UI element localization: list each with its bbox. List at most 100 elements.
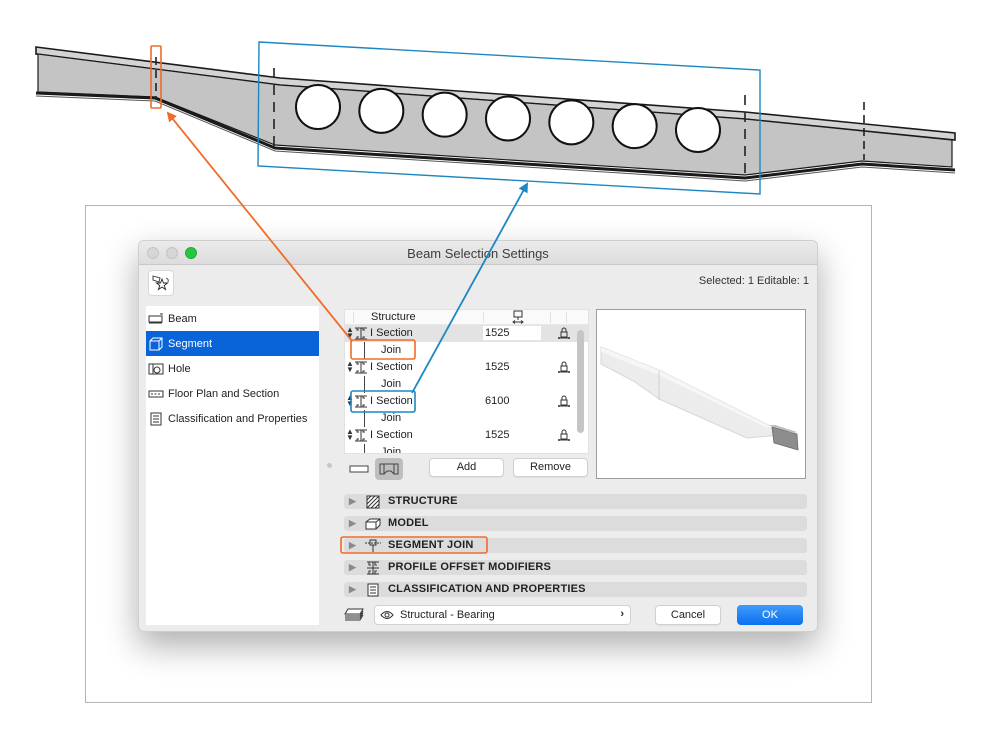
structure-hatch-icon [364,494,382,509]
segment-list: Structure ▲ ▼ I Section 1525 Join ▲ ▼ I Section… [344,309,589,454]
sidebar-item-segment[interactable]: Segment [146,331,319,356]
beam-hole [611,103,658,150]
sidebar-item-label: Beam [168,312,197,325]
join-label: Join [381,378,402,390]
selection-count: Selected: 1 Editable: 1 [698,275,809,287]
title-bar[interactable]: Beam Selection Settings [139,241,817,265]
beam-drawing [35,46,956,182]
beam-hole [295,84,341,130]
tree-connector [364,444,365,453]
favorites-button[interactable] [148,270,174,296]
classification-icon [364,582,382,597]
reorder-handle-icon[interactable]: ▲ ▼ [346,428,354,442]
tree-connector [364,410,365,427]
join-row[interactable]: Join [345,444,588,454]
beam-preview-3d [600,346,799,451]
segment-row[interactable]: ▲ ▼ I Section 1525 [345,325,588,342]
cancel-button[interactable]: Cancel [655,605,721,625]
tree-connector [364,342,365,359]
panel-classification-and-properties[interactable]: ▶ CLASSIFICATION AND PROPERTIES [344,582,807,597]
segmented-beam-icon [379,463,399,475]
panel-label: SEGMENT JOIN [388,539,474,551]
join-row[interactable]: Join [345,342,588,359]
join-row[interactable]: Join [345,376,588,393]
disclosure-triangle-icon[interactable]: ▶ [349,562,356,573]
segment-length-field[interactable]: 1525 [483,326,541,340]
disclosure-triangle-icon[interactable]: ▶ [349,584,356,595]
join-label: Join [381,446,402,454]
sidebar-item-classification-and-properties[interactable]: Classification and Properties [146,406,319,431]
favorites-star-icon [152,275,169,291]
beam-selection-settings-dialog: Beam Selection Settings Selected: 1 Edit… [138,240,818,632]
segment-icon [148,337,164,351]
splitter-handle[interactable] [327,463,332,468]
panel-label: CLASSIFICATION AND PROPERTIES [388,583,586,595]
hole-icon [148,362,164,376]
reorder-handle-icon[interactable]: ▲ ▼ [346,394,354,408]
beam-icon [148,312,164,326]
panel-structure[interactable]: ▶ STRUCTURE [344,494,807,509]
ok-button[interactable]: OK [737,605,803,625]
sidebar-item-beam[interactable]: Beam [146,306,319,331]
panel-splitter[interactable] [325,306,333,631]
i-section-icon [354,429,368,445]
sidebar-item-label: Classification and Properties [168,412,308,425]
layer-icon[interactable] [343,607,365,628]
i-section-icon [354,395,368,411]
add-segment-button[interactable]: Add [429,458,504,477]
column-header-structure[interactable]: Structure [371,311,416,323]
sidebar-item-label: Segment [168,337,213,350]
layer-select[interactable]: Structural - Bearing › [374,605,631,625]
join-label: Join [381,344,402,356]
disclosure-triangle-icon[interactable]: ▶ [349,496,356,507]
straight-beam-icon [349,465,369,473]
reorder-handle-icon[interactable]: ▲ ▼ [346,326,354,340]
lock-length-icon[interactable] [557,326,571,343]
segment-profile-label: I Section [370,429,413,441]
segment-profile-label: I Section [370,361,413,373]
beam-hole [675,107,721,153]
segment-length-field[interactable]: 1525 [483,361,541,375]
disclosure-triangle-icon[interactable]: ▶ [349,518,356,529]
lock-length-icon[interactable] [557,360,571,377]
segment-profile-label: I Section [370,395,413,407]
sidebar-item-label: Hole [168,362,191,375]
segment-row[interactable]: ▲ ▼ I Section 6100 [345,393,588,410]
segment-row[interactable]: ▲ ▼ I Section 1525 [345,427,588,444]
multi-segment-view-button[interactable] [375,458,403,480]
segment-list-header: Structure [345,310,588,325]
eye-icon[interactable] [380,610,394,623]
floor-plan-icon [148,387,164,401]
panel-model[interactable]: ▶ MODEL [344,516,807,531]
window-title: Beam Selection Settings [407,246,549,261]
sidebar-item-label: Floor Plan and Section [168,387,280,400]
chevron-right-icon: › [620,608,624,620]
segment-length-field[interactable]: 6100 [483,395,541,409]
join-label: Join [381,412,402,424]
single-segment-view-button[interactable] [345,458,373,480]
segment-list-scrollbar[interactable] [577,330,584,433]
layer-select-value: Structural - Bearing [400,609,495,621]
segment-row[interactable]: ▲ ▼ I Section 1525 [345,359,588,376]
join-row[interactable]: Join [345,410,588,427]
i-section-icon [354,361,368,377]
panel-label: PROFILE OFFSET MODIFIERS [388,561,552,573]
lock-length-icon[interactable] [557,394,571,411]
sidebar-item-hole[interactable]: Hole [146,356,319,381]
disclosure-triangle-icon[interactable]: ▶ [349,540,356,551]
segment-join-icon [364,538,382,553]
settings-sidebar: Beam Segment Hole Floor Plan and Section… [146,306,319,625]
segment-profile-label: I Section [370,327,413,339]
panel-segment-join[interactable]: ▶ SEGMENT JOIN [344,538,807,553]
panel-profile-offset-modifiers[interactable]: ▶ PROFILE OFFSET MODIFIERS [344,560,807,575]
tree-connector [364,376,365,393]
sidebar-item-floor-plan-and-section[interactable]: Floor Plan and Section [146,381,319,406]
segment-length-field[interactable]: 1525 [483,429,541,443]
panel-label: MODEL [388,517,429,529]
lock-length-icon[interactable] [557,428,571,445]
beam-hole [485,95,531,142]
remove-segment-button[interactable]: Remove [513,458,588,477]
panel-label: STRUCTURE [388,495,458,507]
model-icon [364,516,382,531]
reorder-handle-icon[interactable]: ▲ ▼ [346,360,354,374]
